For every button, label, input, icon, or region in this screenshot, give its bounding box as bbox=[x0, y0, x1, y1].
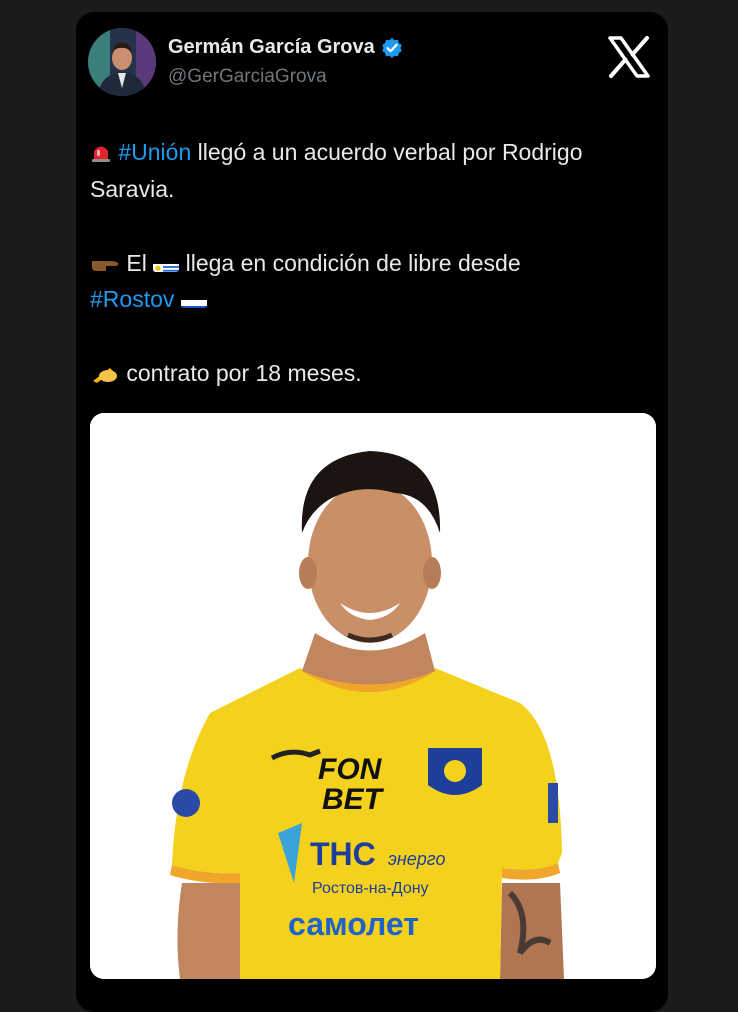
tweet-line-2-post: llega en condición de libre desde bbox=[185, 250, 521, 276]
hashtag-rostov-link[interactable]: #Rostov bbox=[90, 286, 174, 312]
tweet-line-2-pre: El bbox=[126, 250, 154, 276]
player-photo: FON BET ТНС энерго Ростов-на-Дону самоле… bbox=[90, 413, 656, 979]
sponsor-tns-sub: энерго bbox=[388, 849, 445, 869]
sponsor-fonbet-line1: FON bbox=[318, 753, 383, 786]
pointing-right-icon bbox=[90, 250, 126, 276]
writing-hand-icon bbox=[90, 360, 126, 386]
sponsor-fonbet-line2: BET bbox=[322, 783, 385, 816]
tweet-line-3: #Rostov bbox=[90, 281, 658, 317]
x-logo-icon[interactable] bbox=[606, 34, 652, 80]
sponsor-tns-city: Ростов-на-Дону bbox=[312, 880, 429, 897]
author-handle[interactable]: @GerGarciaGrova bbox=[168, 66, 327, 88]
verified-badge-icon bbox=[381, 37, 403, 59]
russia-flag-icon bbox=[180, 291, 207, 308]
author-name-row: Germán García Grova bbox=[168, 36, 403, 59]
tweet-text: #Unión llegó a un acuerdo verbal por Rod… bbox=[90, 134, 658, 391]
tweet-line-1: #Unión llegó a un acuerdo verbal por Rod… bbox=[90, 134, 658, 207]
sponsor-tns-main: ТНС bbox=[310, 836, 376, 872]
tweet-media-image[interactable]: FON BET ТНС энерго Ростов-на-Дону самоле… bbox=[90, 413, 656, 979]
sponsor-samolet: самолет bbox=[288, 906, 419, 942]
tweet-line-4: contrato por 18 meses. bbox=[90, 355, 658, 391]
author-avatar[interactable] bbox=[88, 28, 156, 96]
tweet-card: Germán García Grova @GerGarciaGrova #Uni… bbox=[76, 12, 668, 1012]
author-name[interactable]: Germán García Grova bbox=[168, 36, 375, 59]
tweet-line-2: El llega en condición de libre desde bbox=[90, 245, 658, 281]
tweet-line-4-text: contrato por 18 meses. bbox=[126, 360, 362, 386]
police-light-icon bbox=[90, 141, 118, 165]
uruguay-flag-icon bbox=[153, 255, 180, 272]
hashtag-union-link[interactable]: #Unión bbox=[118, 139, 191, 165]
